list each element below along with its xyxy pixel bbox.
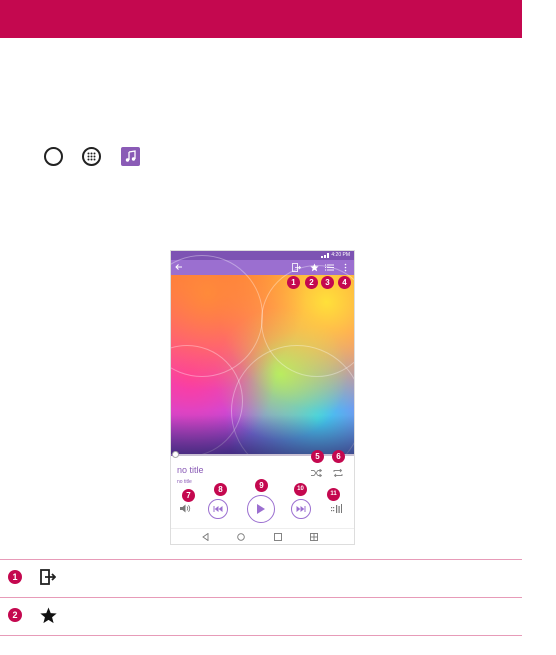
more-options-icon[interactable] [344, 263, 347, 272]
music-app-icon [121, 147, 140, 166]
equalizer-icon[interactable] [331, 504, 342, 514]
art-shade [171, 415, 354, 455]
progress-bar[interactable] [171, 454, 354, 456]
callout-7: 7 [182, 489, 195, 502]
song-artist: no title [177, 479, 192, 485]
progress-thumb[interactable] [172, 451, 179, 458]
repeat-icon[interactable] [333, 469, 343, 477]
callout-11: 11 [327, 488, 340, 501]
next-icon [296, 506, 306, 512]
callout-3: 3 [321, 276, 334, 289]
callout-6: 6 [332, 450, 345, 463]
star-icon [40, 607, 57, 624]
nav-home-icon[interactable] [237, 533, 245, 541]
song-title: no title [177, 465, 204, 475]
status-time: 4:20 PM [331, 252, 350, 258]
previous-button[interactable] [208, 499, 228, 519]
header-bar [0, 0, 522, 38]
legend-number-1: 1 [8, 570, 22, 584]
volume-icon[interactable] [180, 504, 191, 513]
signal-icon [321, 253, 329, 258]
previous-icon [213, 506, 223, 512]
play-button[interactable] [247, 495, 275, 523]
callout-9: 9 [255, 479, 268, 492]
apps-icon [82, 147, 101, 166]
home-icon [44, 147, 63, 166]
callout-1: 1 [287, 276, 300, 289]
play-icon [257, 504, 265, 514]
navigation-bar [171, 528, 354, 544]
callout-5: 5 [311, 450, 324, 463]
album-art: 0:02 3:34 [171, 255, 354, 477]
legend-divider [0, 559, 522, 560]
music-player-screenshot: 4:20 PM 0:02 3:34 no title no title [171, 251, 354, 544]
legend-divider [0, 635, 522, 636]
callout-8: 8 [214, 483, 227, 496]
callout-2: 2 [305, 276, 318, 289]
exit-icon [40, 569, 56, 585]
legend-divider [0, 597, 522, 598]
shuffle-icon[interactable] [311, 469, 322, 477]
nav-recents-icon[interactable] [274, 533, 282, 541]
nav-dual-window-icon[interactable] [310, 533, 318, 541]
legend-number-2: 2 [8, 608, 22, 622]
next-button[interactable] [291, 499, 311, 519]
nav-back-icon[interactable] [202, 533, 209, 541]
callout-4: 4 [338, 276, 351, 289]
callout-10: 10 [294, 483, 307, 496]
